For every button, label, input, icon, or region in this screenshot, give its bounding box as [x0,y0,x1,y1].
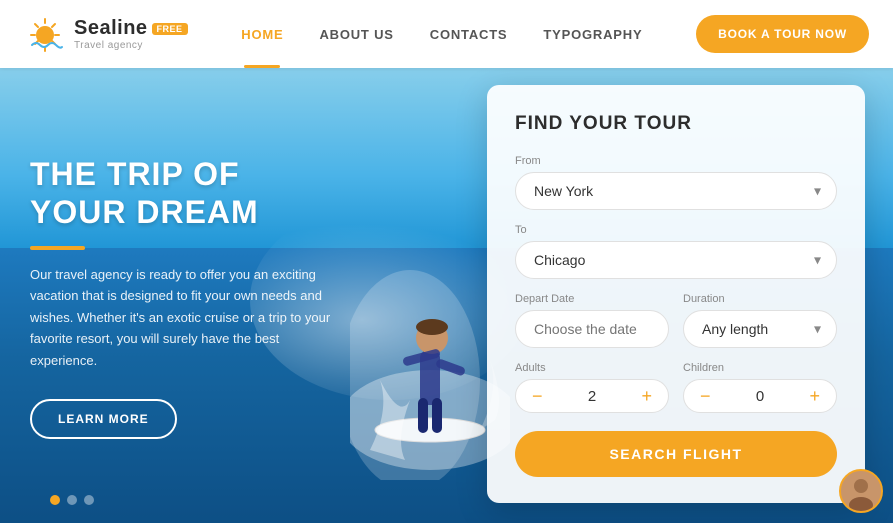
dot-3[interactable] [84,495,94,505]
children-counter: − 0 + [683,379,837,413]
avatar-image [841,471,881,511]
learn-more-button[interactable]: LEARN MORE [30,399,177,439]
header: Sealine FREE Travel agency HOME ABOUT US… [0,0,893,68]
dot-2[interactable] [67,495,77,505]
surfer-illustration [350,120,510,480]
adults-increment[interactable]: + [639,387,654,405]
logo-icon [24,13,66,55]
children-value: 0 [748,388,772,405]
from-label: From [515,155,837,167]
hero-title: THE TRIP OF YOUR DREAM [30,155,340,232]
children-increment[interactable]: + [807,387,822,405]
depart-label: Depart Date [515,293,669,305]
logo-name: Sealine [74,17,148,40]
duration-group: Duration Any length 1 week 2 weeks 3 wee… [683,293,837,348]
adults-label: Adults [515,362,669,374]
dot-1[interactable] [50,495,60,505]
duration-label: Duration [683,293,837,305]
nav-home[interactable]: HOME [241,27,283,42]
logo-subtitle: Travel agency [74,40,188,51]
nav-contacts[interactable]: CONTACTS [430,27,508,42]
to-label: To [515,224,837,236]
carousel-dots [50,495,94,505]
avatar[interactable] [839,469,883,513]
date-duration-row: Depart Date Duration Any length 1 week 2… [515,293,837,362]
from-group: From New York Los Angeles Chicago Miami … [515,155,837,210]
logo-free-badge: FREE [152,23,188,35]
hero-content: THE TRIP OF YOUR DREAM Our travel agency… [30,155,340,439]
to-select-wrap: Chicago New York Paris Tokyo Sydney [515,241,837,279]
card-title: FIND YOUR TOUR [515,113,837,135]
to-select[interactable]: Chicago New York Paris Tokyo Sydney [515,241,837,279]
adults-decrement[interactable]: − [530,387,545,405]
children-decrement[interactable]: − [698,387,713,405]
counter-row: Adults − 2 + Children − 0 + [515,362,837,413]
nav-about[interactable]: ABOUT US [319,27,393,42]
adults-counter: − 2 + [515,379,669,413]
from-select[interactable]: New York Los Angeles Chicago Miami Londo… [515,172,837,210]
nav-typography[interactable]: TYPOGRAPHY [543,27,642,42]
to-group: To Chicago New York Paris Tokyo Sydney [515,224,837,279]
hero-description: Our travel agency is ready to offer you … [30,264,340,371]
depart-input[interactable] [515,310,669,348]
logo: Sealine FREE Travel agency [24,13,188,55]
adults-group: Adults − 2 + [515,362,669,413]
from-select-wrap: New York Los Angeles Chicago Miami Londo… [515,172,837,210]
main-nav: HOME ABOUT US CONTACTS TYPOGRAPHY [241,27,642,42]
depart-group: Depart Date [515,293,669,348]
duration-select[interactable]: Any length 1 week 2 weeks 3 weeks 1 mont… [683,310,837,348]
duration-select-wrap: Any length 1 week 2 weeks 3 weeks 1 mont… [683,310,837,348]
children-group: Children − 0 + [683,362,837,413]
logo-text: Sealine FREE Travel agency [74,17,188,51]
search-flight-button[interactable]: SEARCH FLIGHT [515,431,837,477]
children-label: Children [683,362,837,374]
book-tour-button[interactable]: BOOK A TOUR NOW [696,15,869,53]
tour-card: FIND YOUR TOUR From New York Los Angeles… [487,85,865,503]
adults-value: 2 [580,388,604,405]
hero-divider [30,246,85,250]
